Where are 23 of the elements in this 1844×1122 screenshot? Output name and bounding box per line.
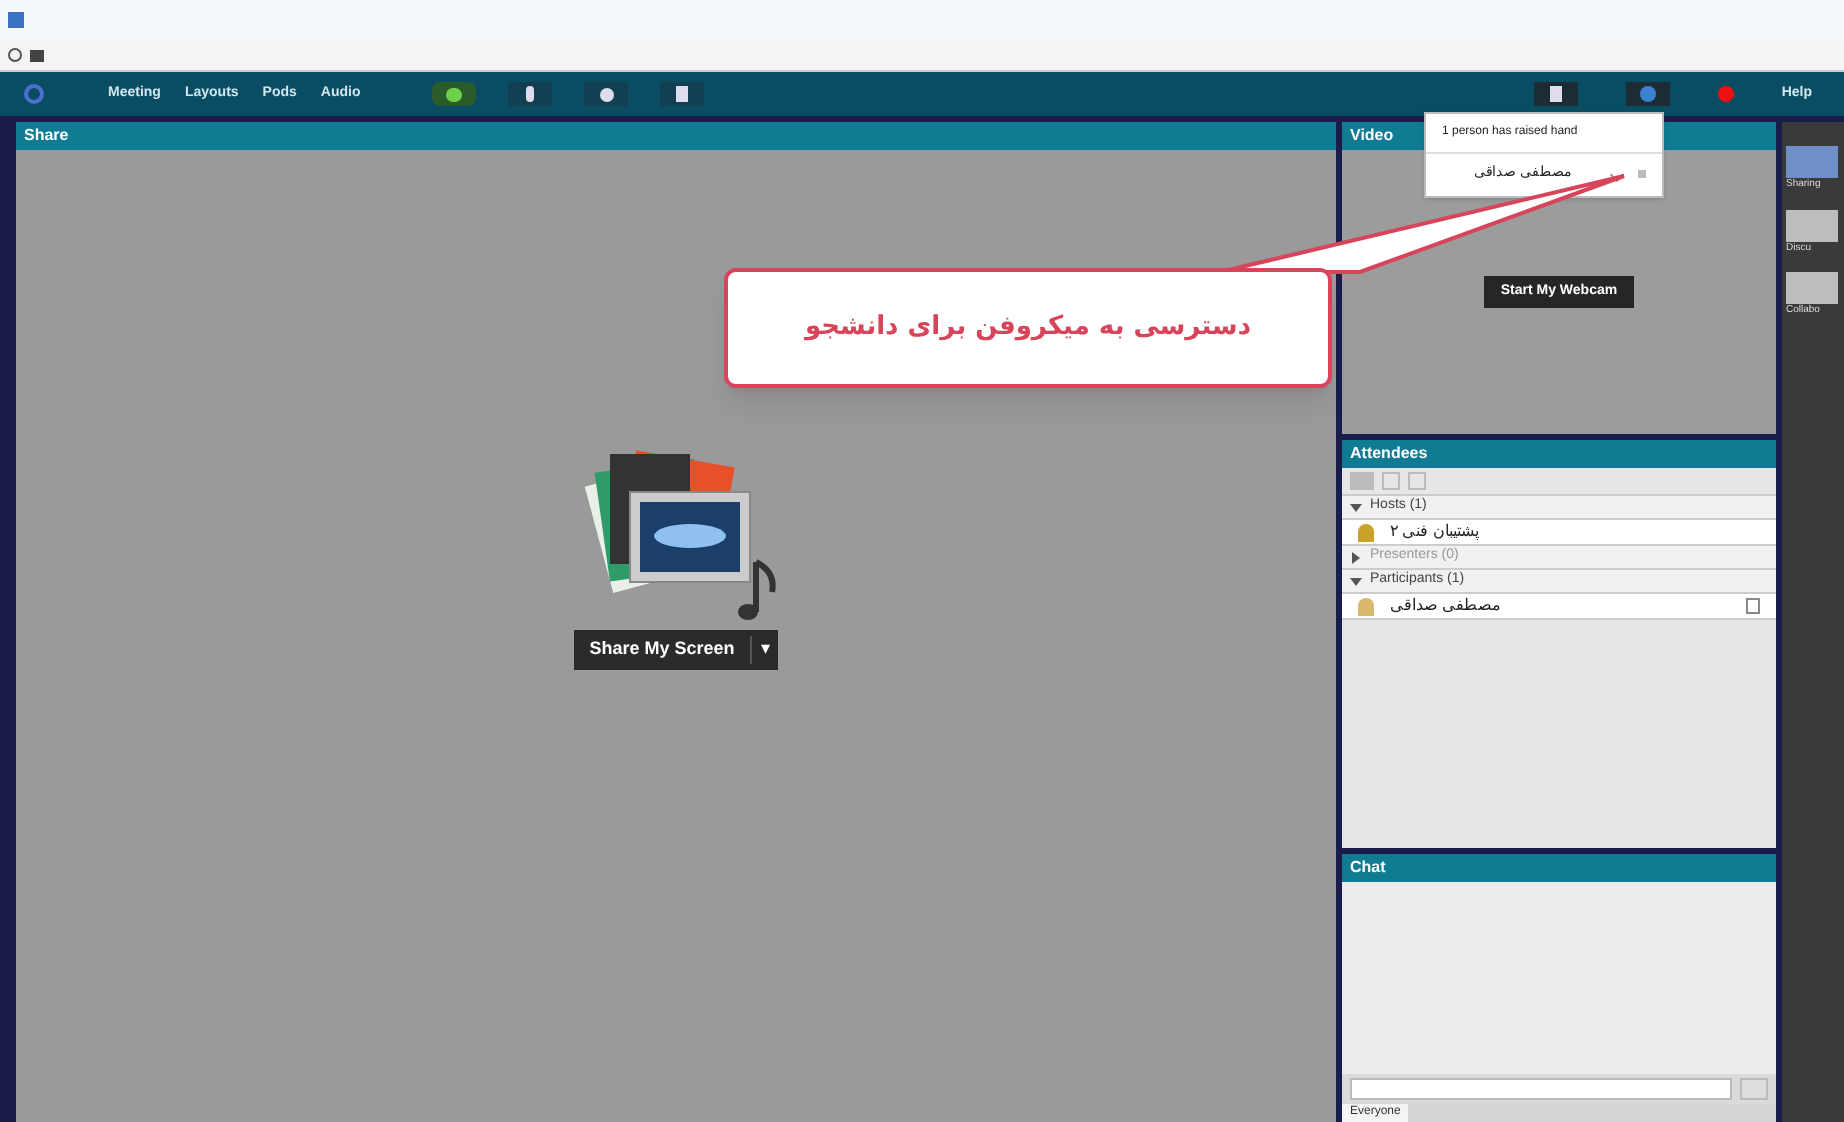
attendee-row[interactable]: پشتیبان فنی ۲	[1342, 520, 1776, 546]
pod-header: Chat	[1342, 854, 1776, 882]
callout-bubble: دسترسی به میکروفن برای دانشجو	[724, 268, 1332, 388]
logo-icon	[24, 84, 44, 104]
browser-logo-icon	[8, 12, 24, 28]
caret-icon	[1350, 503, 1362, 511]
raise-hand-button[interactable]	[660, 82, 705, 106]
status-button[interactable]	[1625, 82, 1670, 106]
pod-header: Share	[16, 122, 1336, 150]
info-icon	[8, 48, 22, 62]
microphone-button[interactable]	[508, 82, 553, 106]
host-icon	[1358, 523, 1374, 541]
raise-hand-button[interactable]	[1533, 82, 1578, 106]
caret-icon	[1350, 577, 1362, 585]
participant-icon	[1358, 597, 1374, 615]
share-screen-button[interactable]: Share My Screen ▾	[573, 630, 779, 670]
attendee-row[interactable]: مصطفی صداقی	[1342, 594, 1776, 620]
speaker-button[interactable]	[432, 82, 477, 106]
chat-input[interactable]	[1350, 1078, 1732, 1100]
pod-header: Attendees	[1342, 440, 1776, 468]
hand-icon	[1746, 598, 1760, 614]
record-icon	[1717, 86, 1734, 102]
webcam-button[interactable]	[584, 82, 629, 106]
